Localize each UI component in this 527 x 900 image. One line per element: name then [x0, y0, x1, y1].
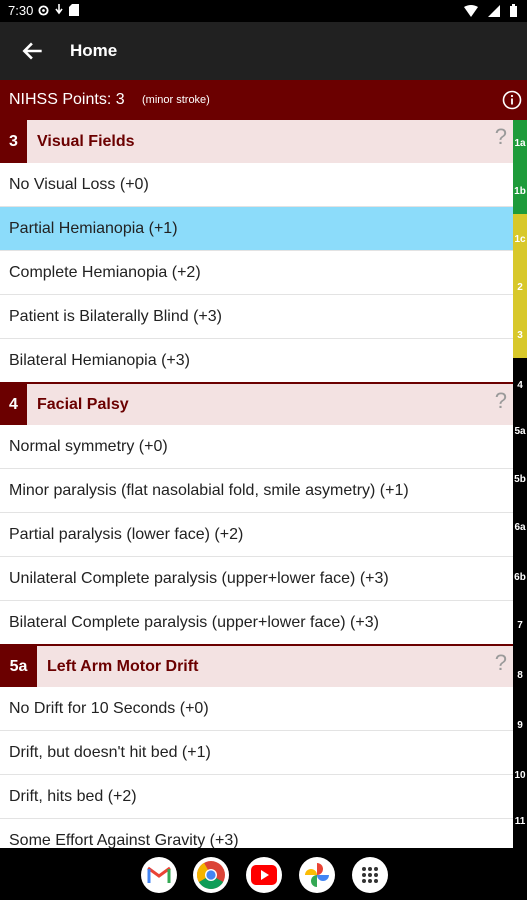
option-bilateral-hemianopia[interactable]: Bilateral Hemianopia (+3) [0, 339, 513, 382]
option-no-visual-loss[interactable]: No Visual Loss (+0) [0, 163, 513, 207]
index-tab-6a[interactable]: 6a [513, 502, 527, 550]
cellular-icon [488, 4, 500, 17]
section-header-facial-palsy: 4 Facial Palsy ? [0, 382, 513, 425]
chrome-icon[interactable] [193, 857, 229, 893]
option-partial-hemianopia[interactable]: Partial Hemianopia (+1) [0, 207, 513, 251]
section-title: Visual Fields [37, 132, 135, 150]
section-number: 3 [0, 120, 27, 163]
section-title: Facial Palsy [37, 395, 129, 413]
score-bar: NIHSS Points: 3 (minor stroke) [0, 80, 527, 120]
section-index-bar: 1a 1b 1c 2 3 4 5a 5b 6a 6b 7 8 9 10 11 [513, 120, 527, 848]
status-notification-icons [38, 4, 79, 16]
option-bilaterally-blind[interactable]: Patient is Bilaterally Blind (+3) [0, 295, 513, 339]
app-bar: Home [0, 22, 527, 80]
option-drift-hits-bed[interactable]: Drift, hits bed (+2) [0, 775, 513, 819]
section-title: Left Arm Motor Drift [47, 657, 199, 675]
option-bilateral-complete-paralysis[interactable]: Bilateral Complete paralysis (upper+lowe… [0, 601, 513, 644]
section-header-left-arm-motor-drift: 5a Left Arm Motor Drift ? [0, 644, 513, 687]
help-icon[interactable]: ? [495, 124, 507, 150]
info-icon[interactable] [502, 90, 522, 110]
scale-list[interactable]: 3 Visual Fields ? No Visual Loss (+0) Pa… [0, 120, 513, 848]
status-time: 7:30 [8, 3, 34, 18]
help-icon[interactable]: ? [495, 388, 507, 414]
status-bar: 7:30 [0, 0, 527, 22]
index-tab-1c[interactable]: 1c [513, 214, 527, 262]
option-unilateral-complete-paralysis[interactable]: Unilateral Complete paralysis (upper+low… [0, 557, 513, 601]
status-system-icons [464, 4, 517, 17]
score-label: NIHSS Points: 3 [9, 91, 125, 108]
index-tab-5a[interactable]: 5a [513, 406, 527, 454]
index-tab-7[interactable]: 7 [513, 598, 527, 646]
index-tab-2[interactable]: 2 [513, 262, 527, 310]
section-number: 4 [0, 384, 27, 425]
option-some-effort[interactable]: Some Effort Against Gravity (+3) [0, 819, 513, 848]
index-tab-8[interactable]: 8 [513, 646, 527, 694]
app-drawer-icon[interactable] [352, 857, 388, 893]
index-tab-4[interactable]: 4 [513, 358, 527, 406]
option-drift-no-bed[interactable]: Drift, but doesn't hit bed (+1) [0, 731, 513, 775]
photos-icon[interactable] [299, 857, 335, 893]
help-icon[interactable]: ? [495, 650, 507, 676]
option-no-drift[interactable]: No Drift for 10 Seconds (+0) [0, 687, 513, 731]
gmail-icon[interactable] [141, 857, 177, 893]
settings-icon [38, 4, 49, 16]
index-tab-10[interactable]: 10 [513, 742, 527, 792]
download-icon [55, 4, 63, 15]
section-header-visual-fields: 3 Visual Fields ? [0, 120, 513, 163]
index-tab-11[interactable]: 11 [513, 792, 527, 848]
section-number: 5a [0, 646, 37, 687]
back-arrow-icon[interactable] [20, 38, 46, 64]
battery-icon [510, 4, 517, 17]
severity-label: (minor stroke) [142, 94, 210, 106]
index-tab-3[interactable]: 3 [513, 310, 527, 358]
index-tab-1a[interactable]: 1a [513, 120, 527, 166]
index-tab-5b[interactable]: 5b [513, 454, 527, 502]
sd-card-icon [69, 4, 79, 16]
index-tab-9[interactable]: 9 [513, 694, 527, 742]
option-complete-hemianopia[interactable]: Complete Hemianopia (+2) [0, 251, 513, 295]
option-normal-symmetry[interactable]: Normal symmetry (+0) [0, 425, 513, 469]
index-tab-6b[interactable]: 6b [513, 550, 527, 598]
page-title: Home [70, 41, 118, 60]
index-tab-1b[interactable]: 1b [513, 166, 527, 214]
option-partial-paralysis[interactable]: Partial paralysis (lower face) (+2) [0, 513, 513, 557]
wifi-icon [464, 4, 478, 17]
youtube-icon[interactable] [246, 857, 282, 893]
option-minor-paralysis[interactable]: Minor paralysis (flat nasolabial fold, s… [0, 469, 513, 513]
